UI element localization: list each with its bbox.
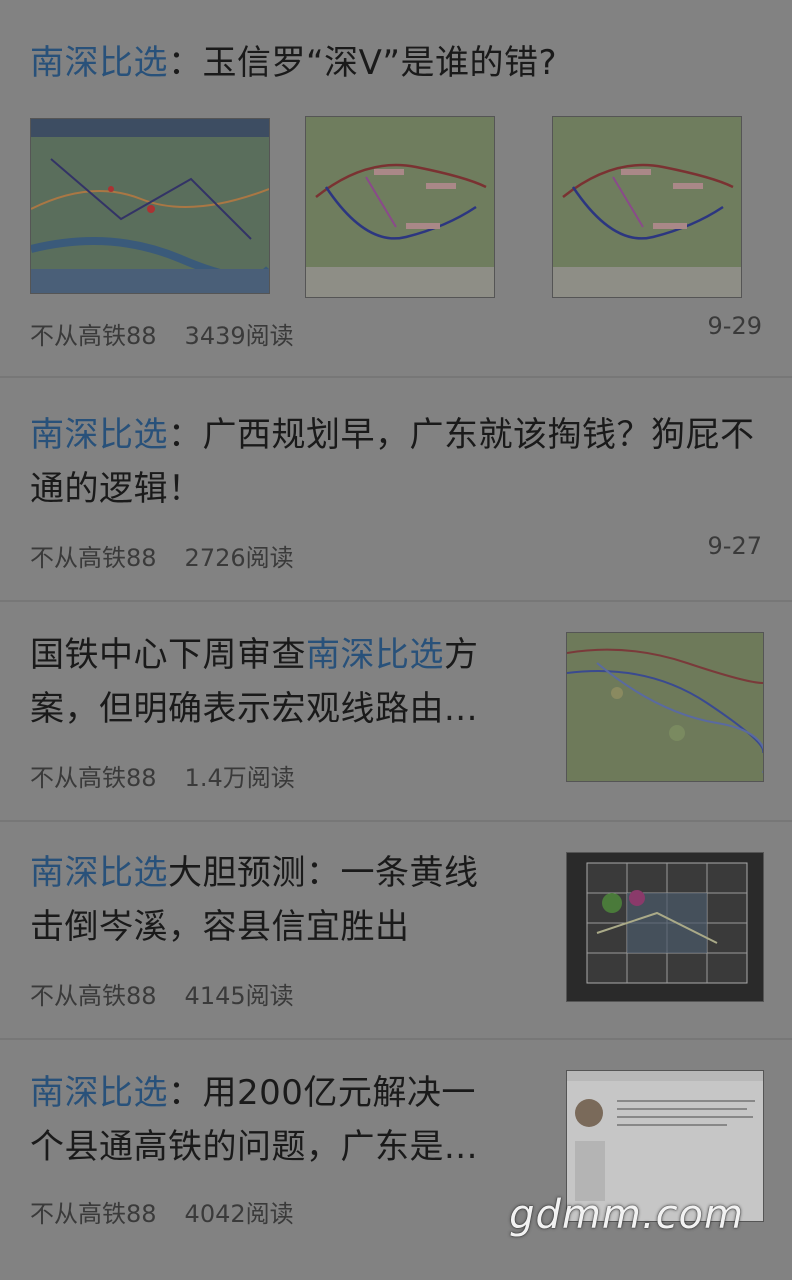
map-image <box>306 117 494 297</box>
article-card[interactable]: 南深比选：用200亿元解决一个县通高铁的问题，广东是... 不从高铁88 404… <box>0 1040 792 1280</box>
title-highlight: 南深比选 <box>306 635 444 675</box>
article-card[interactable]: 南深比选大胆预测：一条黄线击倒岑溪，容县信宜胜出 不从高铁88 4145阅读 <box>0 822 792 1038</box>
map-image <box>553 117 741 297</box>
thumbnail-map[interactable] <box>566 632 764 782</box>
read-count: 2726阅读 <box>184 544 294 572</box>
title-highlight: 南深比选 <box>30 43 168 83</box>
article-card[interactable]: 南深比选：玉信罗“深V”是谁的错? 不从高铁88 3439阅读 9-29 <box>0 0 792 376</box>
map-image <box>567 853 763 1001</box>
article-title[interactable]: 南深比选大胆预测：一条黄线击倒岑溪，容县信宜胜出 <box>30 846 480 954</box>
article-meta: 不从高铁88 4145阅读 <box>30 976 294 1011</box>
title-highlight: 南深比选 <box>30 1073 168 1113</box>
author-name[interactable]: 不从高铁88 <box>30 976 157 1011</box>
article-title[interactable]: 国铁中心下周审查南深比选方案，但明确表示宏观线路由... <box>30 628 480 736</box>
article-card[interactable]: 南深比选：广西规划早，广东就该掏钱？狗屁不通的逻辑！ 不从高铁88 2726阅读… <box>0 378 792 600</box>
title-highlight: 南深比选 <box>30 853 168 893</box>
read-count: 4145阅读 <box>184 982 294 1010</box>
author-name[interactable]: 不从高铁88 <box>30 538 157 573</box>
article-meta: 不从高铁88 1.4万阅读 <box>30 758 295 793</box>
article-title[interactable]: 南深比选：玉信罗“深V”是谁的错? <box>30 36 557 90</box>
article-meta: 不从高铁88 4042阅读 <box>30 1194 294 1229</box>
title-prefix: 国铁中心下周审查 <box>30 635 306 675</box>
read-count: 3439阅读 <box>184 322 294 350</box>
publish-date: 9-29 <box>707 312 762 340</box>
article-title[interactable]: 南深比选：用200亿元解决一个县通高铁的问题，广东是... <box>30 1066 480 1174</box>
article-meta: 不从高铁88 3439阅读 <box>30 316 294 351</box>
read-count: 1.4万阅读 <box>184 764 295 792</box>
article-meta: 不从高铁88 2726阅读 <box>30 538 294 573</box>
title-highlight: 南深比选 <box>30 415 168 455</box>
map-image <box>31 119 269 293</box>
publish-date: 9-27 <box>707 532 762 560</box>
title-text: ：玉信罗“深V”是谁的错? <box>168 43 558 83</box>
site-watermark: gdmm.com <box>509 1192 744 1238</box>
author-name[interactable]: 不从高铁88 <box>30 758 157 793</box>
thumbnail-map[interactable] <box>566 852 764 1002</box>
author-name[interactable]: 不从高铁88 <box>30 1194 157 1229</box>
article-title[interactable]: 南深比选：广西规划早，广东就该掏钱？狗屁不通的逻辑！ <box>30 408 760 516</box>
map-image <box>567 633 763 781</box>
thumbnail-map[interactable] <box>305 116 495 298</box>
thumbnail-map[interactable] <box>30 118 270 294</box>
author-name[interactable]: 不从高铁88 <box>30 316 157 351</box>
thumbnail-map[interactable] <box>552 116 742 298</box>
read-count: 4042阅读 <box>184 1200 294 1228</box>
article-card[interactable]: 国铁中心下周审查南深比选方案，但明确表示宏观线路由... 不从高铁88 1.4万… <box>0 602 792 820</box>
